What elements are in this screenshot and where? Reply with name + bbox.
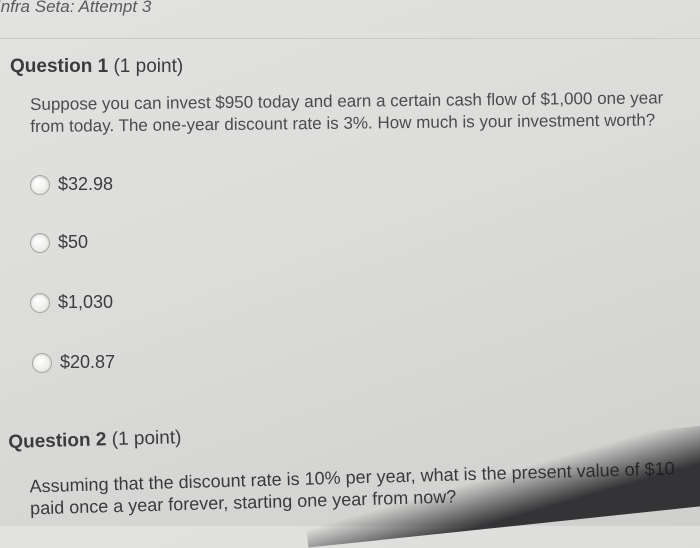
quiz-header: Infra Seta: Attempt 3 (0, 0, 700, 39)
question-1-title: Question 1 (1 point) (10, 56, 183, 77)
question-2-title: Question 2 (1 point) (8, 427, 182, 453)
option-c-label: $1,030 (58, 292, 114, 312)
radio-button-icon[interactable] (30, 174, 50, 195)
question-1-label: Question 1 (10, 56, 109, 77)
question-1-heading: Question 1 (1 point) (10, 56, 690, 78)
radio-button-icon[interactable] (30, 292, 50, 313)
option-d[interactable]: $20.87 (32, 352, 115, 373)
question-2: Question 2 (1 point) Assuming that the d… (8, 413, 700, 520)
option-a-label: $32.98 (58, 174, 114, 194)
radio-button-icon[interactable] (30, 232, 50, 253)
radio-button-icon[interactable] (32, 352, 52, 373)
option-b[interactable]: $50 (30, 232, 88, 253)
question-1-points: (1 point) (113, 56, 184, 77)
option-d-label: $20.87 (60, 352, 116, 372)
question-1-text: Suppose you can invest $950 today and ea… (30, 87, 690, 138)
option-b-label: $50 (58, 232, 89, 252)
attempt-title: Infra Seta: Attempt 3 (0, 0, 152, 16)
question-2-label: Question 2 (8, 429, 107, 453)
question-2-text: Assuming that the discount rate is 10% p… (29, 457, 690, 519)
option-a[interactable]: $32.98 (30, 174, 113, 195)
question-2-points: (1 point) (111, 427, 182, 451)
option-c[interactable]: $1,030 (30, 292, 113, 313)
